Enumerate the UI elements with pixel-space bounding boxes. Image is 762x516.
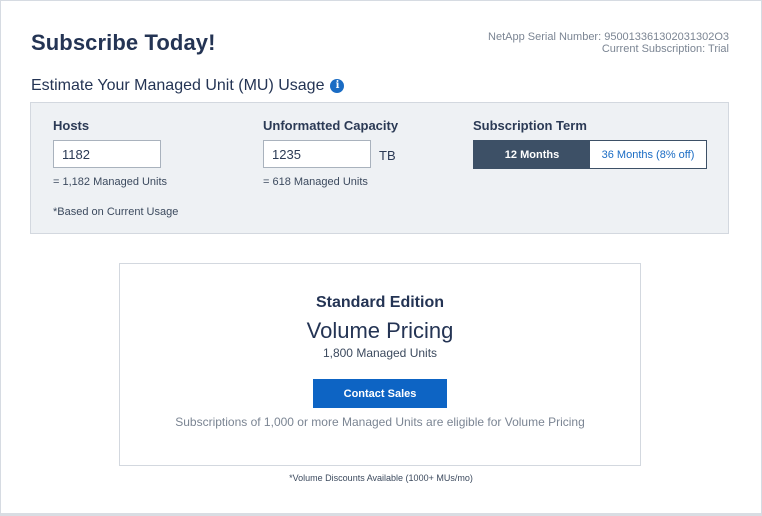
estimate-heading-text: Estimate Your Managed Unit (MU) Usage bbox=[31, 77, 325, 94]
capacity-label: Unformatted Capacity bbox=[263, 118, 399, 133]
hosts-managed-units: = 1,182 Managed Units bbox=[53, 176, 168, 188]
capacity-managed-units: = 618 Managed Units bbox=[263, 176, 368, 188]
capacity-unit: TB bbox=[379, 148, 396, 163]
term-12-months-button[interactable]: 12 Months bbox=[474, 141, 590, 168]
pricing-type: Volume Pricing bbox=[306, 318, 454, 343]
subscription-term-label: Subscription Term bbox=[473, 118, 587, 133]
usage-note: *Based on Current Usage bbox=[53, 206, 179, 218]
page-title: Subscribe Today! bbox=[31, 30, 216, 55]
estimate-panel: Hosts = 1,182 Managed Units Unformatted … bbox=[30, 102, 729, 234]
info-icon[interactable]: i bbox=[330, 79, 345, 93]
estimate-heading: Estimate Your Managed Unit (MU) Usage i bbox=[31, 77, 345, 95]
volume-discount-footnote: *Volume Discounts Available (1000+ MUs/m… bbox=[289, 473, 473, 483]
managed-units-total: 1,800 Managed Units bbox=[322, 346, 438, 360]
hosts-input[interactable] bbox=[53, 140, 161, 168]
serial-number: NetApp Serial Number: 950013361302031302… bbox=[488, 31, 729, 43]
subscription-info: NetApp Serial Number: 950013361302031302… bbox=[488, 31, 729, 55]
edition-title: Standard Edition bbox=[316, 294, 444, 311]
capacity-input[interactable] bbox=[263, 140, 371, 168]
term-36-months-button[interactable]: 36 Months (8% off) bbox=[590, 141, 706, 168]
contact-sales-button[interactable]: Contact Sales bbox=[313, 379, 447, 408]
current-subscription: Current Subscription: Trial bbox=[601, 43, 729, 55]
hosts-label: Hosts bbox=[53, 118, 90, 133]
volume-eligibility-note: Subscriptions of 1,000 or more Managed U… bbox=[175, 415, 585, 429]
subscription-term-toggle: 12 Months 36 Months (8% off) bbox=[473, 140, 707, 169]
pricing-card: Standard Edition Volume Pricing 1,800 Ma… bbox=[119, 263, 641, 466]
